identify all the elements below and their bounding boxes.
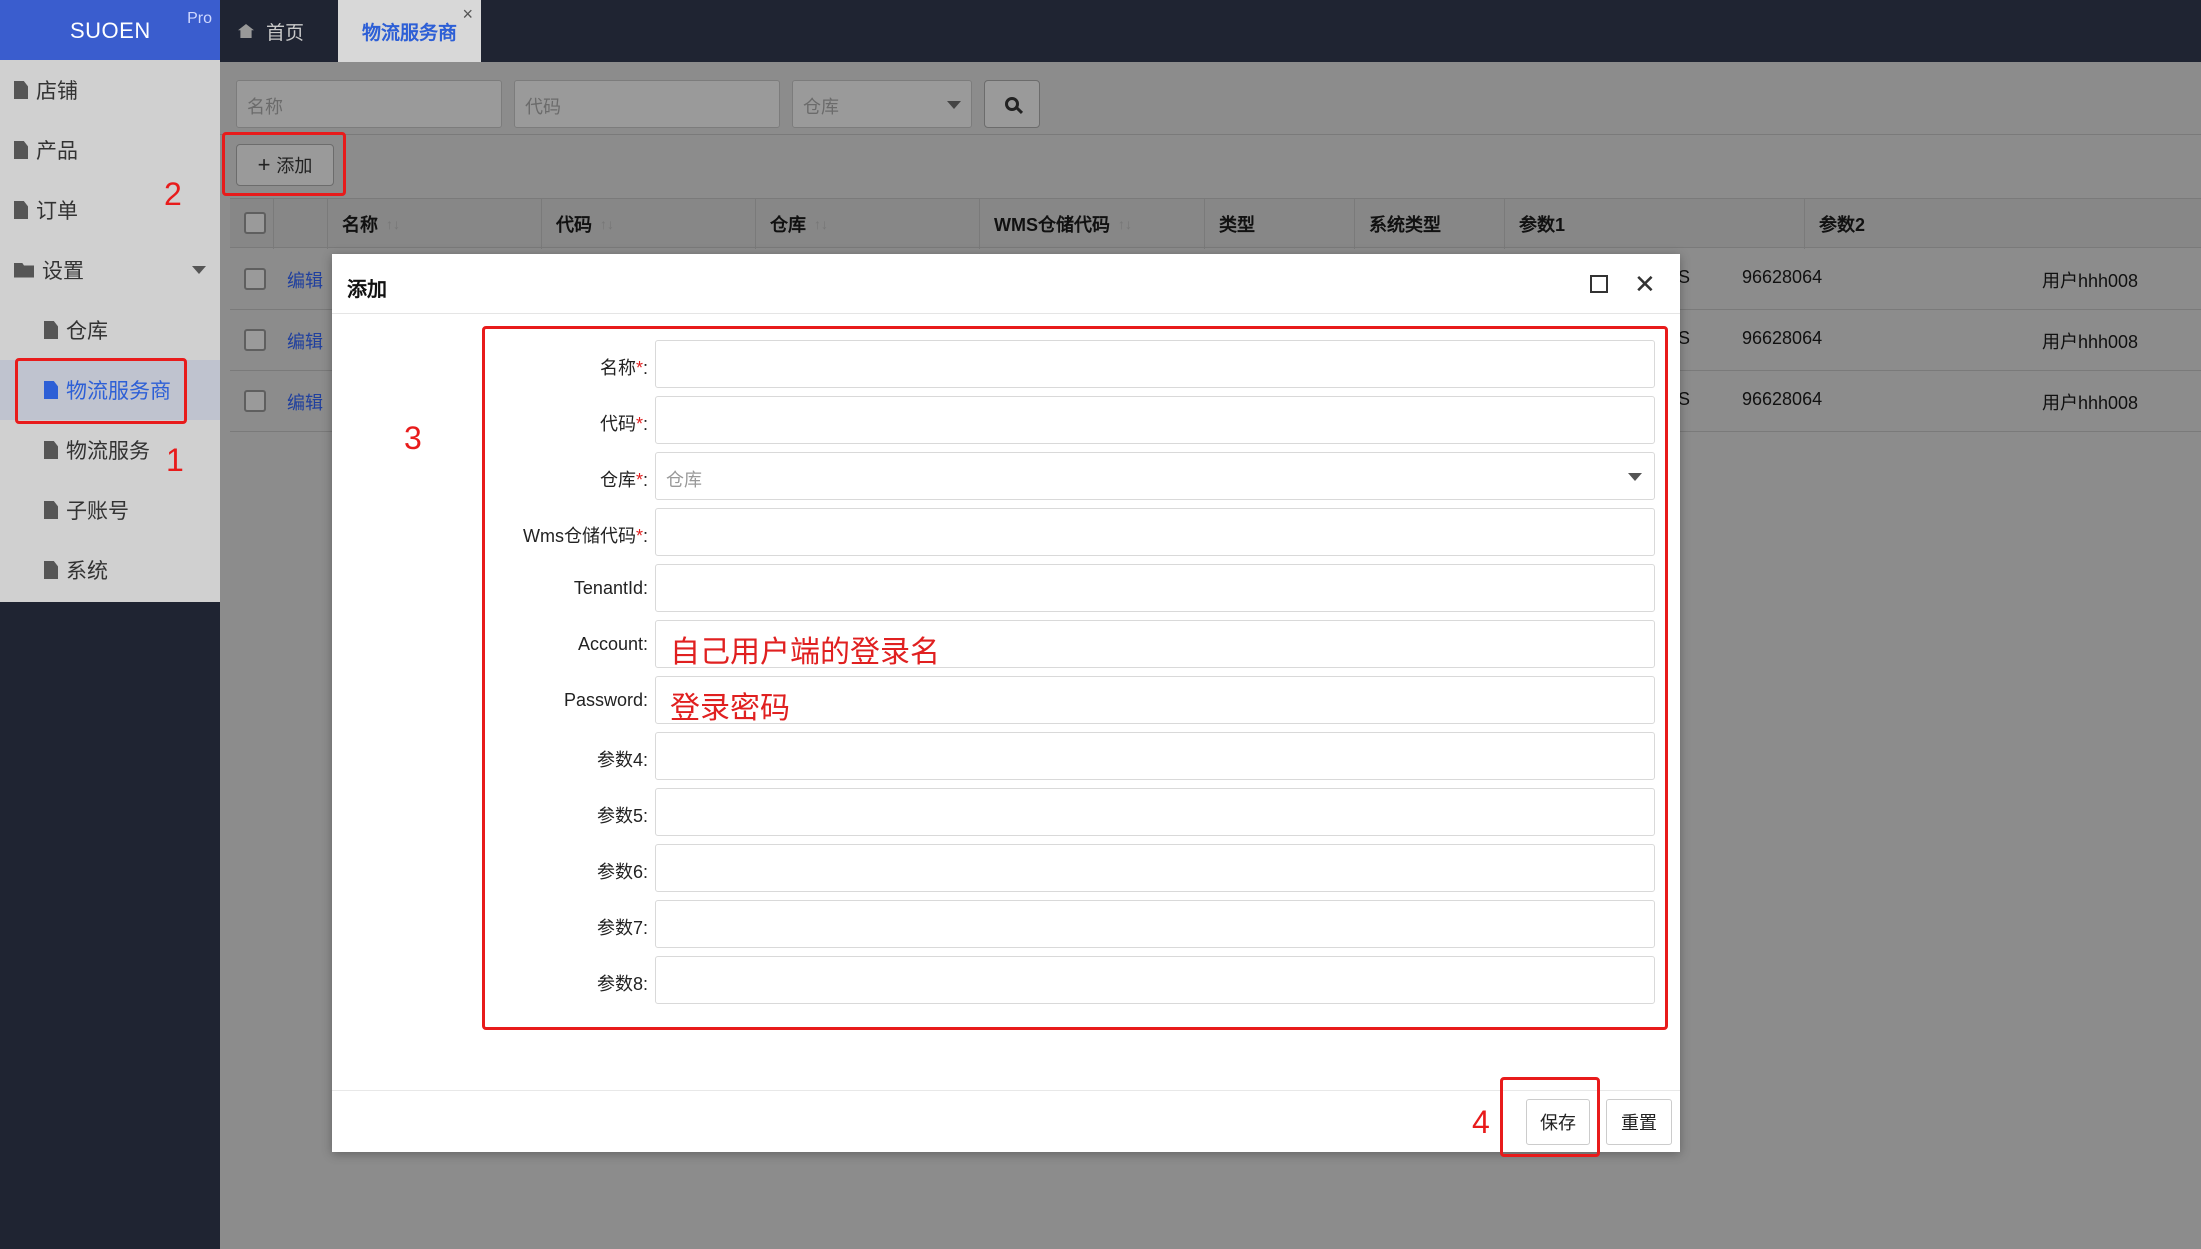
file-icon	[44, 441, 58, 459]
sidebar-item-label: 子账号	[66, 500, 129, 523]
brand-badge: Pro	[187, 10, 212, 27]
th-label: 类型	[1219, 215, 1255, 235]
th-warehouse[interactable]: 仓库 ↑↓	[755, 199, 979, 249]
sidebar-item-product[interactable]: 产品	[0, 120, 220, 180]
th-label: WMS仓储代码	[994, 215, 1110, 235]
tab-label: 物流服务商	[361, 22, 457, 44]
cell-param2: 用户hhh008	[2042, 271, 2139, 291]
th-param2: 参数2	[1804, 199, 2201, 249]
sidebar-item-label: 产品	[36, 140, 78, 163]
th-actions	[273, 199, 327, 249]
file-icon	[14, 81, 28, 99]
annotation-box-1	[15, 358, 187, 424]
th-label: 名称	[342, 215, 378, 235]
chevron-down-icon	[192, 266, 206, 274]
annotation-box-4	[1500, 1077, 1600, 1157]
sidebar-item-logistics-service[interactable]: 物流服务	[0, 420, 220, 480]
tab-logistics-provider[interactable]: 物流服务商 ×	[338, 0, 481, 62]
file-icon	[14, 201, 28, 219]
th-code[interactable]: 代码 ↑↓	[541, 199, 755, 249]
sidebar-item-label: 设置	[42, 260, 84, 283]
th-label: 参数1	[1519, 215, 1566, 235]
th-label: 仓库	[770, 215, 806, 235]
file-icon	[44, 321, 58, 339]
chevron-down-icon	[947, 101, 961, 109]
table-header: 名称 ↑↓ 代码 ↑↓ 仓库 ↑↓ WMS仓储代码 ↑↓ 类型 系统类型 参数1 参数2	[230, 198, 2201, 249]
sidebar-item-label: 店铺	[36, 80, 78, 103]
cell-param2: 用户hhh008	[2042, 393, 2139, 413]
edit-link[interactable]: 编辑	[287, 389, 323, 415]
tab-home[interactable]: 首页	[238, 0, 304, 62]
sort-icon: ↑↓	[386, 216, 400, 232]
dialog-footer-divider	[332, 1090, 1680, 1091]
annotation-number-4: 4	[1472, 1104, 1490, 1140]
cell-param2: 用户hhh008	[2042, 332, 2139, 352]
sidebar-item-label: 系统	[66, 560, 108, 583]
filter-warehouse-select[interactable]: 仓库	[792, 80, 972, 128]
close-tab-icon[interactable]: ×	[462, 4, 473, 25]
brand: SUOEN Pro	[0, 0, 220, 60]
annotation-number-1: 1	[166, 442, 184, 478]
annotation-number-2: 2	[164, 176, 182, 212]
row-checkbox[interactable]	[244, 268, 266, 290]
maximize-icon[interactable]	[1590, 275, 1608, 293]
annotation-box-2	[222, 132, 346, 196]
sidebar: SUOEN Pro 店铺 产品 订单 设置 仓库 物流服务商 物流服务 子账号 …	[0, 0, 220, 1249]
search-button[interactable]	[984, 80, 1040, 128]
sidebar-item-label: 物流服务	[66, 440, 150, 463]
dialog-header: 添加 ✕	[332, 254, 1680, 314]
cell-param1: 96628064	[1742, 389, 1823, 409]
home-icon	[238, 24, 254, 38]
tab-bar: 首页 物流服务商 ×	[220, 0, 2201, 62]
sidebar-item-label: 仓库	[66, 320, 108, 343]
th-type: 类型	[1204, 199, 1354, 249]
select-all-checkbox[interactable]	[244, 212, 266, 234]
th-system-type: 系统类型	[1354, 199, 1504, 249]
th-label: 参数2	[1819, 215, 1866, 235]
th-label: 系统类型	[1369, 215, 1441, 235]
sidebar-menu: 店铺 产品 订单 设置 仓库 物流服务商 物流服务 子账号 系统	[0, 60, 220, 602]
file-icon	[14, 141, 28, 159]
sidebar-item-warehouse[interactable]: 仓库	[0, 300, 220, 360]
sidebar-item-store[interactable]: 店铺	[0, 60, 220, 120]
sidebar-item-order[interactable]: 订单	[0, 180, 220, 240]
row-checkbox[interactable]	[244, 329, 266, 351]
edit-link[interactable]: 编辑	[287, 328, 323, 354]
edit-link[interactable]: 编辑	[287, 267, 323, 293]
th-wms-code[interactable]: WMS仓储代码 ↑↓	[979, 199, 1204, 249]
annotation-box-3	[482, 326, 1668, 1030]
folder-open-icon	[14, 262, 34, 278]
filter-code-input[interactable]: 代码	[514, 80, 780, 128]
sidebar-item-system[interactable]: 系统	[0, 540, 220, 600]
file-icon	[44, 561, 58, 579]
sort-icon: ↑↓	[814, 216, 828, 232]
search-icon	[1005, 97, 1019, 111]
sort-icon: ↑↓	[600, 216, 614, 232]
file-icon	[44, 501, 58, 519]
brand-name: SUOEN	[70, 18, 151, 43]
close-icon[interactable]: ✕	[1634, 271, 1656, 297]
row-checkbox[interactable]	[244, 390, 266, 412]
filter-name-input[interactable]: 名称	[236, 80, 502, 128]
cell-param1: 96628064	[1742, 328, 1823, 348]
th-name[interactable]: 名称 ↑↓	[327, 199, 541, 249]
annotation-number-3: 3	[404, 420, 422, 456]
tab-label: 首页	[266, 22, 305, 44]
th-param1: 参数1	[1504, 199, 1804, 249]
filter-warehouse-placeholder: 仓库	[803, 97, 839, 117]
reset-button[interactable]: 重置	[1606, 1099, 1672, 1145]
sort-icon: ↑↓	[1118, 216, 1132, 232]
dialog-title: 添加	[347, 279, 387, 301]
sidebar-item-label: 订单	[36, 200, 78, 223]
cell-param1: 96628064	[1742, 267, 1823, 287]
sidebar-item-sub-account[interactable]: 子账号	[0, 480, 220, 540]
sidebar-item-settings[interactable]: 设置	[0, 240, 220, 300]
th-label: 代码	[556, 215, 592, 235]
divider	[220, 134, 2201, 135]
